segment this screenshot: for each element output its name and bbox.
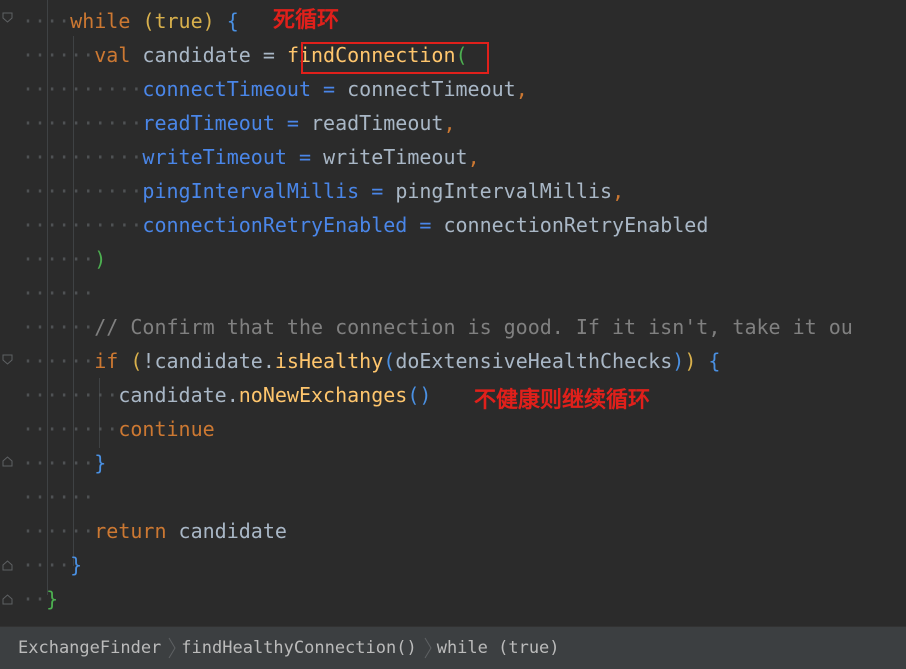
breadcrumb-item-class[interactable]: ExchangeFinder <box>0 638 167 658</box>
breadcrumb: ExchangeFinder findHealthyConnection() w… <box>0 626 906 669</box>
annotation-infinite-loop: 死循环 <box>273 7 340 33</box>
annotation-continue-loop: 不健康则继续循环 <box>474 387 651 413</box>
fold-toggle-icon[interactable] <box>2 354 13 365</box>
chevron-right-icon <box>167 637 177 659</box>
code-line-blank: ······ <box>22 485 95 509</box>
code-line: ······return candidate <box>22 519 287 543</box>
code-line: ····while (true) { <box>22 9 239 33</box>
code-line-blank: ······ <box>22 281 95 305</box>
code-line: ··} <box>22 587 59 611</box>
code-comment-line: ······// Confirm that the connection is … <box>22 315 853 339</box>
code-line: ··········connectTimeout = connectTimeou… <box>22 77 528 101</box>
code-editor[interactable]: ····while (true) { 死循环 ······val candida… <box>0 0 906 626</box>
code-line: ··········pingIntervalMillis = pingInter… <box>22 179 625 203</box>
code-line: ··········readTimeout = readTimeout, <box>22 111 456 135</box>
code-line: ··········connectionRetryEnabled = conne… <box>22 213 709 237</box>
chevron-right-icon <box>423 637 433 659</box>
fold-end-icon[interactable] <box>2 594 13 605</box>
code-line: ······} <box>22 451 107 475</box>
code-line: ······if (!candidate.isHealthy(doExtensi… <box>22 349 721 373</box>
editor-gutter <box>0 0 18 626</box>
code-line: ········candidate.noNewExchanges() <box>22 383 432 407</box>
fold-toggle-icon[interactable] <box>2 12 13 23</box>
fold-end-icon[interactable] <box>2 560 13 571</box>
code-line: ······) <box>22 247 107 271</box>
code-line: ········continue <box>22 417 215 441</box>
breadcrumb-item-loop[interactable]: while (true) <box>433 638 566 658</box>
highlight-box-findConnection <box>301 42 489 74</box>
fold-end-icon[interactable] <box>2 456 13 467</box>
code-line: ··········writeTimeout = writeTimeout, <box>22 145 480 169</box>
code-line: ····} <box>22 553 83 577</box>
breadcrumb-item-method[interactable]: findHealthyConnection() <box>177 638 422 658</box>
